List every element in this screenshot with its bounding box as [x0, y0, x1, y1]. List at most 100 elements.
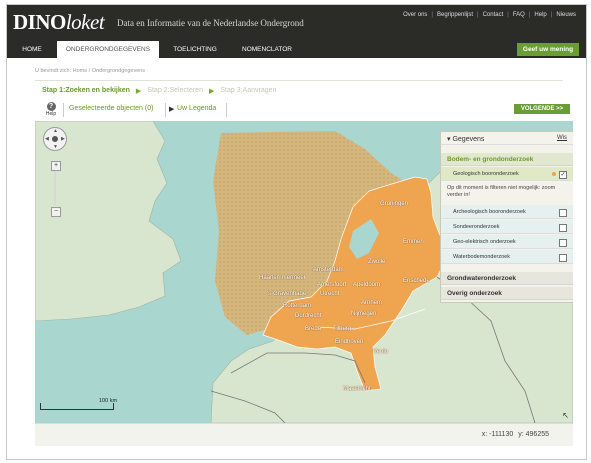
city-label: Arnhem [361, 300, 383, 306]
step-2: Stap 2:Selecteren [147, 87, 203, 94]
link-nieuws[interactable]: Nieuws [556, 12, 576, 18]
city-label: Zwolle [368, 259, 386, 265]
help-icon: ? [46, 102, 56, 111]
pan-left-icon[interactable]: ◀ [45, 136, 49, 142]
layer-row-geo-elektrisch[interactable]: Geo-elektrisch onderzoek [441, 235, 573, 249]
city-label: Groningen [380, 201, 409, 207]
data-layers-panel: ▾ Gegevens Wis Bodem- en grondonderzoek … [440, 131, 573, 303]
city-label: Rotterdam [283, 303, 312, 309]
zoom-in-button[interactable]: + [51, 161, 61, 171]
link-help[interactable]: Help [534, 12, 546, 18]
breadcrumb: U bevindt zich: Home / Ondergrondgegeven… [35, 68, 146, 74]
separator [165, 103, 166, 117]
tab-home[interactable]: HOME [13, 41, 51, 58]
city-label: 's-Gravenhage [267, 291, 307, 297]
layer-checkbox[interactable] [559, 224, 567, 232]
browser-frame: DINOloket Data en Informatie van de Nede… [6, 4, 587, 460]
layer-label: Archeologisch booronderzoek [453, 209, 526, 215]
layer-label: Waterbodemonderzoek [453, 254, 510, 260]
panel-title-text: Gegevens [452, 136, 485, 143]
separator: | [550, 12, 553, 18]
pan-up-icon[interactable]: ▲ [53, 128, 58, 134]
coord-x: x: -111130 [481, 431, 514, 438]
link-faq[interactable]: FAQ [513, 12, 525, 18]
city-label: Haarlemmermeer [259, 275, 306, 281]
city-label: Nijmegen [351, 311, 377, 317]
map-viewer[interactable]: Groningen Emmen Zwolle Enschede Amsterda… [35, 121, 573, 423]
city-label: Tilburg [333, 326, 352, 332]
layer-color-dot [552, 172, 556, 176]
link-begrippenlijst[interactable]: Begrippenlijst [437, 12, 473, 18]
layer-row-sondeeronderzoek[interactable]: Sondeeronderzoek [441, 220, 573, 234]
layer-row-waterbodemonderzoek[interactable]: Waterbodemonderzoek [441, 250, 573, 264]
section-grondwateronderzoek[interactable]: Grondwateronderzoek [441, 272, 573, 285]
legend-link[interactable]: Uw Legenda [177, 105, 216, 112]
layer-checkbox[interactable] [559, 209, 567, 217]
city-label: Utrecht [320, 291, 340, 297]
divider [35, 80, 563, 81]
city-label: Maastricht [343, 386, 371, 392]
layer-checkbox[interactable] [559, 239, 567, 247]
layer-checkbox[interactable] [559, 254, 567, 262]
zoom-track[interactable] [54, 171, 56, 205]
separator [63, 103, 64, 117]
pan-down-icon[interactable]: ▼ [53, 144, 58, 150]
resize-icon[interactable]: ↖ [562, 411, 569, 420]
logo[interactable]: DINOloket [13, 10, 105, 35]
city-label: Amersfoort [317, 282, 347, 288]
clear-link[interactable]: Wis [557, 135, 567, 141]
layer-row-geologisch-booronderzoek[interactable]: Geologisch booronderzoek ✓ [441, 167, 573, 181]
pan-control[interactable]: ▲ ▼ ◀ ▶ [43, 127, 67, 151]
city-label: Venlo [373, 349, 389, 355]
filter-note: Op dit moment is filteren niet mogelijk:… [447, 185, 556, 198]
coord-y: y: 496255 [518, 431, 549, 438]
logo-italic: loket [65, 10, 105, 34]
section-bodem-grondonderzoek[interactable]: Bodem- en grondonderzoek [441, 153, 573, 166]
section-overig-onderzoek[interactable]: Overig onderzoek [441, 287, 573, 300]
city-label: Eindhoven [335, 339, 364, 345]
header: DINOloket Data en Informatie van de Nede… [7, 5, 586, 41]
tagline: Data en Informatie van de Nederlandse On… [117, 18, 304, 28]
tab-ondergrondgegevens[interactable]: ONDERGRONDGEGEVENS [57, 41, 159, 58]
tab-nomenclator[interactable]: NOMENCLATOR [237, 41, 297, 58]
panel-header[interactable]: ▾ Gegevens Wis [441, 132, 573, 145]
layer-checkbox[interactable]: ✓ [559, 171, 567, 179]
city-label: Emmen [403, 239, 424, 245]
zoom-out-button[interactable]: − [51, 207, 61, 217]
separator: | [528, 12, 531, 18]
step-arrow-icon: ▶ [135, 88, 142, 95]
separator: | [477, 12, 479, 18]
coordinate-readout: x: -111130 y: 496255 [482, 431, 549, 438]
scale-label: 100 km [99, 398, 118, 404]
map-toolbar: ? Help Geselecteerde objecten (0) ▶ Uw L… [35, 101, 575, 119]
zoom-slider[interactable]: + − [51, 161, 61, 217]
city-label: Dordrecht [295, 313, 322, 319]
step-1[interactable]: Stap 1:Zoeken en bekijken [42, 87, 130, 95]
tab-toelichting[interactable]: TOELICHTING [167, 41, 223, 58]
step-3: Stap 3:Aanvragen [220, 87, 277, 94]
layer-label: Sondeeronderzoek [453, 224, 500, 230]
legend-arrow-icon: ▶ [169, 106, 175, 113]
step-arrow-icon: ▶ [208, 88, 215, 95]
pan-right-icon[interactable]: ▶ [61, 136, 65, 142]
separator [226, 103, 227, 117]
help-button[interactable]: ? Help [43, 102, 59, 117]
top-links: Over ons | Begrippenlijst | Contact | FAQ | … [403, 12, 576, 18]
city-label: Apeldoorn [353, 282, 381, 288]
feedback-button[interactable]: Geef uw mening [517, 43, 579, 56]
main-nav: HOME ONDERGRONDGEGEVENS TOELICHTING NOME… [7, 41, 586, 58]
city-label: Enschede [403, 278, 430, 284]
land-great-britain [35, 121, 182, 322]
link-contact[interactable]: Contact [483, 12, 504, 18]
panel-title: ▾ Gegevens [447, 135, 484, 143]
layer-row-archeologisch[interactable]: Archeologisch booronderzoek [441, 205, 573, 219]
selected-objects-link[interactable]: Geselecteerde objecten (0) [69, 105, 153, 112]
pan-center-icon[interactable] [52, 136, 58, 142]
layer-label: Geologisch booronderzoek [453, 171, 519, 177]
city-label: Amsterdam [313, 267, 344, 273]
collapse-icon: ▾ [447, 136, 451, 143]
link-over-ons[interactable]: Over ons [403, 12, 427, 18]
wizard-steps: Stap 1:Zoeken en bekijken ▶ Stap 2:Selec… [42, 87, 276, 95]
next-button[interactable]: VOLGENDE >> [514, 104, 570, 114]
separator: | [507, 12, 509, 18]
